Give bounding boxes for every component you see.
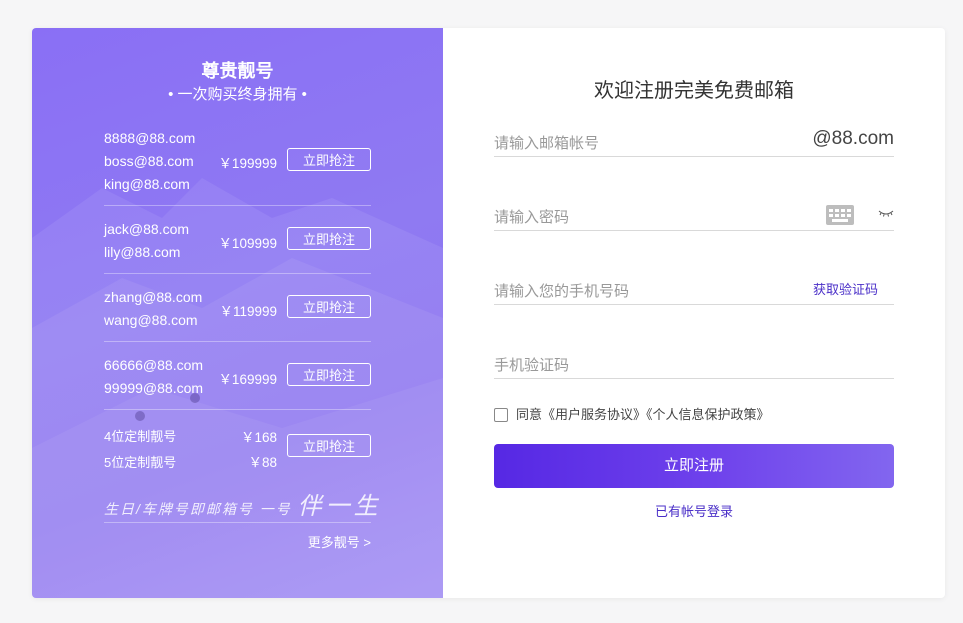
premium-price: ￥169999 [218, 372, 277, 387]
agreement-text[interactable]: 同意《用户服务协议》《个人信息保护政策》 [516, 407, 770, 422]
form-title: 欢迎注册完美免费邮箱 [594, 80, 794, 102]
premium-group: 66666@88.com 99999@88.com ￥169999 立即抢注 [104, 354, 371, 402]
buy-now-button[interactable]: 立即抢注 [287, 227, 371, 250]
premium-email: 8888@88.com [104, 130, 196, 146]
agreement-checkbox[interactable] [494, 408, 508, 422]
agreement-row: 同意《用户服务协议》《个人信息保护政策》 [494, 404, 770, 423]
custom-number-group: 4位定制靓号 ￥168 5位定制靓号 ￥88 立即抢注 [104, 424, 371, 476]
buy-now-button[interactable]: 立即抢注 [287, 148, 371, 171]
phone-field[interactable]: 请输入您的手机号码 获取验证码 [494, 274, 894, 305]
divider [104, 409, 371, 410]
email-domain-suffix: @88.com [812, 128, 894, 149]
buy-now-button[interactable]: 立即抢注 [287, 363, 371, 386]
more-numbers-link[interactable]: 更多靓号 > [308, 532, 371, 551]
premium-group: zhang@88.com wang@88.com ￥119999 立即抢注 [104, 286, 371, 334]
slogan-big: 伴一生 [297, 493, 382, 520]
slogan-small: 生日/车牌号即邮箱号 一号 [104, 501, 292, 517]
divider [104, 205, 371, 206]
custom-label: 4位定制靓号 [104, 429, 177, 444]
hide-password-eye-icon[interactable] [878, 208, 894, 218]
login-link[interactable]: 已有帐号登录 [443, 501, 945, 520]
custom-price: ￥88 [248, 455, 277, 470]
password-placeholder: 请输入密码 [494, 209, 570, 226]
premium-price: ￥119999 [219, 304, 277, 319]
promo-title: 尊贵靓号 [201, 61, 274, 81]
buy-now-button[interactable]: 立即抢注 [287, 295, 371, 318]
get-code-link[interactable]: 获取验证码 [813, 279, 878, 298]
promo-subtitle: • 一次购买终身拥有 • [168, 86, 307, 103]
custom-label: 5位定制靓号 [104, 455, 177, 470]
verification-code-field[interactable]: 手机验证码 [494, 348, 894, 379]
keyboard-icon[interactable] [826, 205, 854, 225]
promo-panel: 尊贵靓号 • 一次购买终身拥有 • 8888@88.com boss@88.co… [32, 28, 443, 598]
code-placeholder: 手机验证码 [494, 357, 570, 374]
register-form: 欢迎注册完美免费邮箱 请输入邮箱帐号 @88.com 请输入密码 请输入您的手机… [443, 28, 945, 598]
divider [104, 273, 371, 274]
premium-price: ￥199999 [218, 156, 277, 171]
premium-group: jack@88.com lily@88.com ￥109999 立即抢注 [104, 218, 371, 266]
divider [104, 341, 371, 342]
buy-now-button[interactable]: 立即抢注 [287, 434, 371, 457]
premium-price: ￥109999 [218, 236, 277, 251]
email-field[interactable]: 请输入邮箱帐号 @88.com [494, 126, 894, 157]
premium-email: king@88.com [104, 176, 190, 192]
custom-price: ￥168 [240, 430, 277, 445]
register-button[interactable]: 立即注册 [494, 444, 894, 488]
divider [104, 522, 371, 523]
promo-slogan: 生日/车牌号即邮箱号 一号 伴一生 [104, 486, 382, 521]
register-card: 尊贵靓号 • 一次购买终身拥有 • 8888@88.com boss@88.co… [32, 28, 945, 598]
password-field[interactable]: 请输入密码 [494, 200, 894, 231]
phone-placeholder: 请输入您的手机号码 [494, 283, 630, 300]
email-placeholder: 请输入邮箱帐号 [494, 135, 600, 152]
premium-group: 8888@88.com boss@88.com king@88.com ￥199… [104, 127, 371, 197]
